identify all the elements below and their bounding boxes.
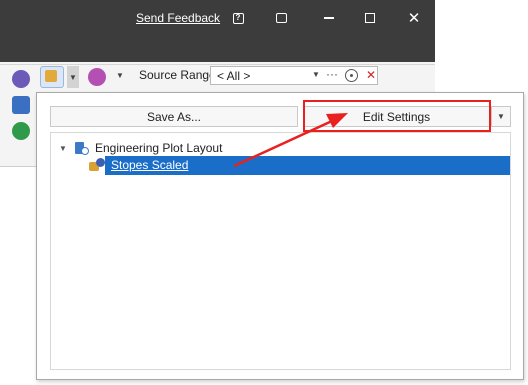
more-options-icon[interactable]: ···	[326, 67, 338, 81]
maximize-icon	[365, 13, 375, 23]
tree-child-label[interactable]: Stopes Scaled	[111, 158, 188, 172]
maximize-button[interactable]	[361, 9, 379, 27]
view-tool-dropdown[interactable]: ▼	[116, 71, 124, 80]
layout-tool-icon	[45, 70, 57, 82]
chevron-down-icon[interactable]: ▼	[312, 70, 320, 79]
collapse-chevron-icon[interactable]: ▼	[59, 144, 69, 153]
layout-popup-panel: Save As... Edit Settings ▼ ▼ Engineering…	[36, 92, 524, 380]
minimize-icon	[324, 17, 334, 19]
plot-layout-icon	[75, 141, 89, 155]
save-as-label: Save As...	[146, 109, 202, 124]
tree-row-root[interactable]: ▼ Engineering Plot Layout	[59, 140, 222, 156]
chevron-down-icon: ▼	[69, 72, 77, 82]
close-button[interactable]: ✕	[405, 9, 423, 27]
help-icon: ?	[232, 12, 244, 24]
target-pick-icon[interactable]	[345, 69, 358, 82]
layout-tool-dropdown[interactable]: ▼	[67, 66, 79, 88]
source-range-value: < All >	[217, 69, 251, 83]
chevron-down-icon: ▼	[116, 71, 124, 80]
title-bar: Send Feedback ? ✕	[0, 0, 435, 62]
close-icon: ✕	[407, 10, 421, 27]
view-tool-icon[interactable]	[88, 68, 106, 86]
options-dropdown-button[interactable]: ▼	[491, 106, 511, 127]
tree-row-selected[interactable]: Stopes Scaled	[105, 156, 510, 175]
clear-icon[interactable]: ✕	[366, 68, 376, 82]
layout-tree: ▼ Engineering Plot Layout Stopes Scaled	[50, 132, 511, 370]
section-tool-icon[interactable]	[12, 96, 30, 114]
send-feedback-link[interactable]: Send Feedback	[136, 11, 220, 25]
scaled-stopes-icon	[89, 158, 105, 172]
minimize-button[interactable]	[320, 9, 338, 27]
save-as-button[interactable]: Save As...	[50, 106, 298, 127]
pin-window-icon	[275, 13, 287, 23]
annotation-highlight-box	[303, 100, 491, 132]
source-range-label: Source Range	[139, 68, 216, 82]
ribbon-divider	[0, 64, 435, 65]
pin-window-button[interactable]	[272, 9, 290, 27]
stats-tool-icon[interactable]	[12, 122, 30, 140]
source-range-combo[interactable]: < All > ▼ ··· ✕	[210, 66, 378, 85]
plot-tool-icon[interactable]	[12, 70, 30, 88]
chevron-down-icon: ▼	[497, 112, 505, 121]
help-button[interactable]: ?	[229, 9, 247, 27]
tree-root-label: Engineering Plot Layout	[95, 141, 223, 155]
